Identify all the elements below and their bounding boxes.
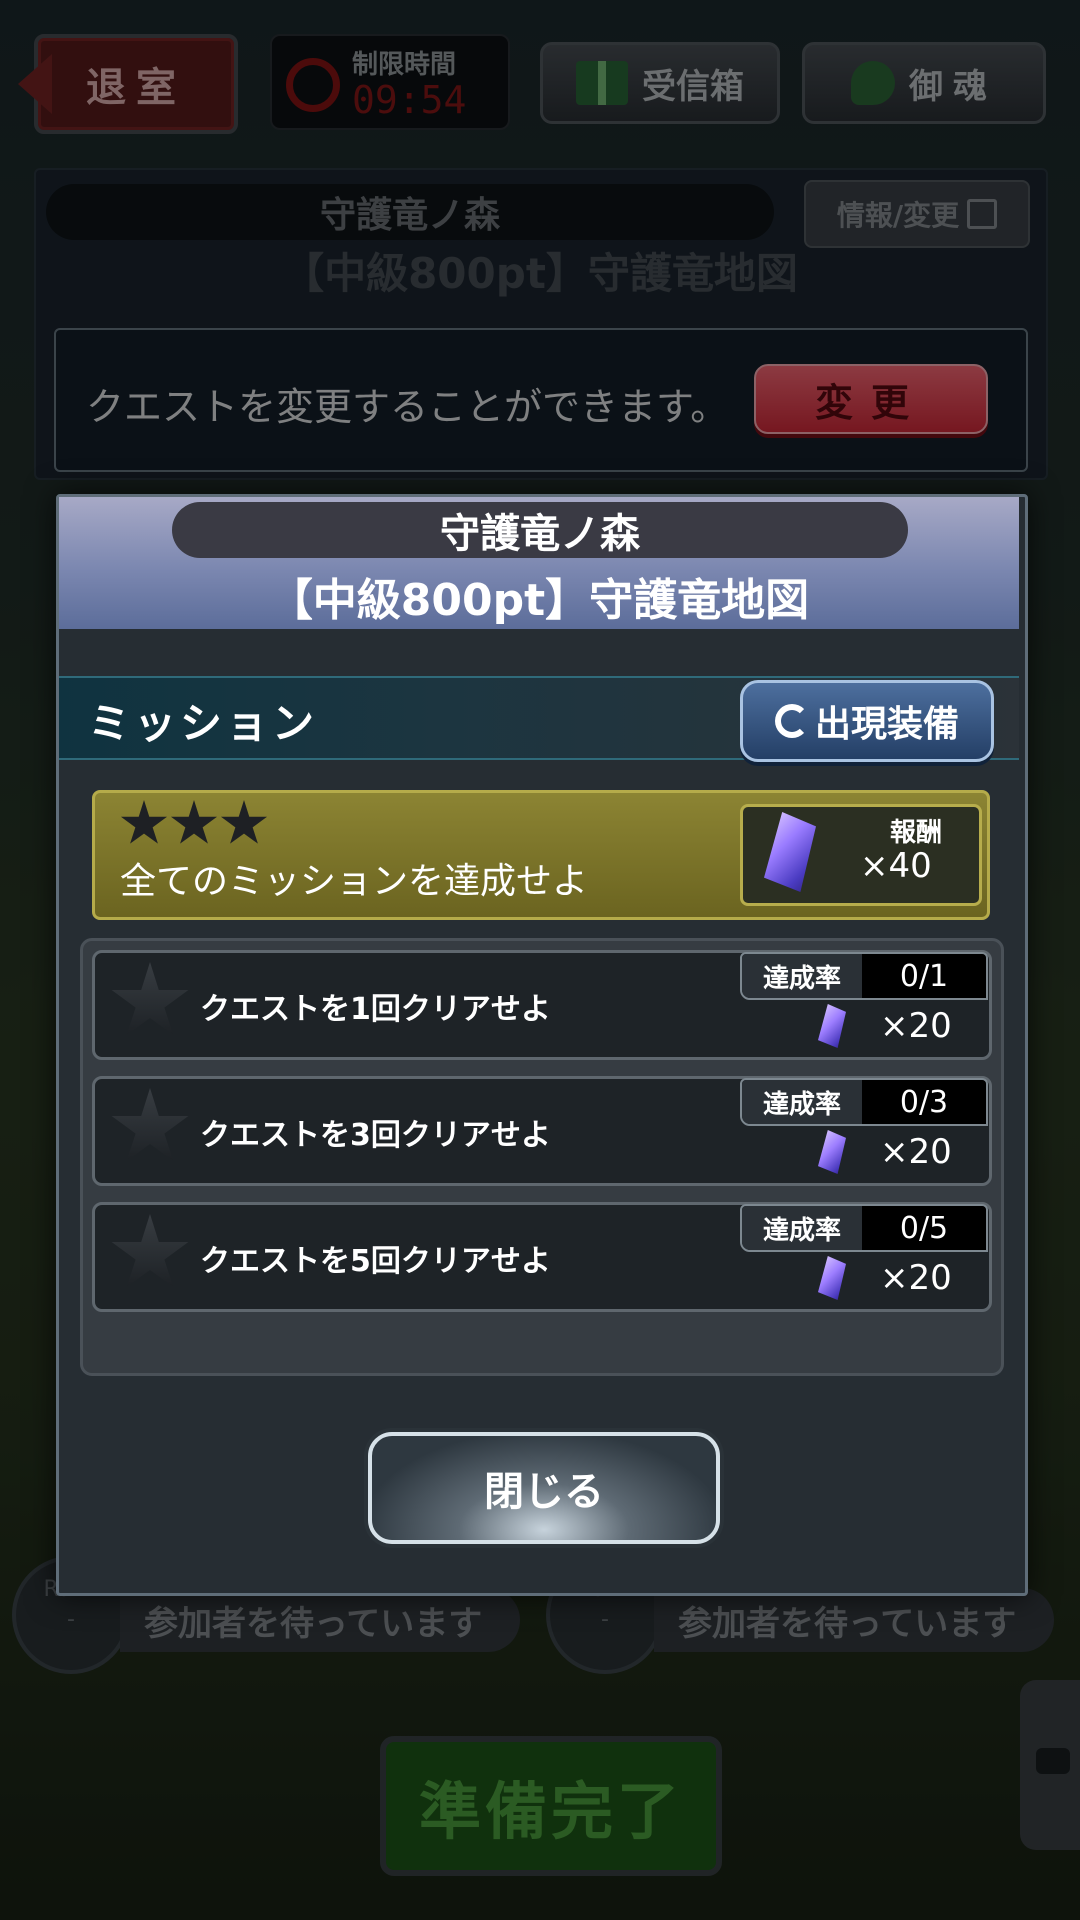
completion-rate-label: 達成率 xyxy=(742,1080,862,1124)
completion-rate-value: 0/5 xyxy=(862,1206,986,1250)
close-button[interactable]: 閉じる xyxy=(368,1432,720,1544)
three-star-icon xyxy=(120,800,268,848)
mission-reward: ×20 xyxy=(880,1006,952,1046)
drop-equipment-label: 出現装備 xyxy=(814,704,959,745)
drop-equipment-button[interactable]: 出現装備 xyxy=(740,680,994,762)
completion-rate: 達成率 0/5 xyxy=(740,1204,988,1252)
reward-label: 報酬 xyxy=(890,818,943,848)
reward-quantity: ×40 xyxy=(860,846,932,886)
completion-rate-label: 達成率 xyxy=(742,954,862,998)
completion-rate-label: 達成率 xyxy=(742,1206,862,1250)
star-icon xyxy=(170,800,218,844)
completion-rate: 達成率 0/1 xyxy=(740,952,988,1000)
completion-rate: 達成率 0/3 xyxy=(740,1078,988,1126)
all-missions-text: 全てのミッションを達成せよ xyxy=(120,861,589,902)
refresh-icon xyxy=(774,704,809,738)
completion-rate-value: 0/3 xyxy=(862,1080,986,1124)
star-icon xyxy=(120,800,168,844)
dialog-title: 守護竜ノ森 xyxy=(172,502,908,558)
mission-text: クエストを3回クリアせよ xyxy=(200,1118,551,1153)
star-icon xyxy=(220,800,268,844)
completion-rate-value: 0/1 xyxy=(862,954,986,998)
mission-section-label: ミッション xyxy=(88,699,319,748)
mission-text: クエストを5回クリアせよ xyxy=(200,1244,551,1279)
mission-reward: ×20 xyxy=(880,1258,952,1298)
dialog-subtitle: 【中級800pt】守護竜地図 xyxy=(268,575,810,626)
mission-reward: ×20 xyxy=(880,1132,952,1172)
mission-text: クエストを1回クリアせよ xyxy=(200,992,551,1027)
